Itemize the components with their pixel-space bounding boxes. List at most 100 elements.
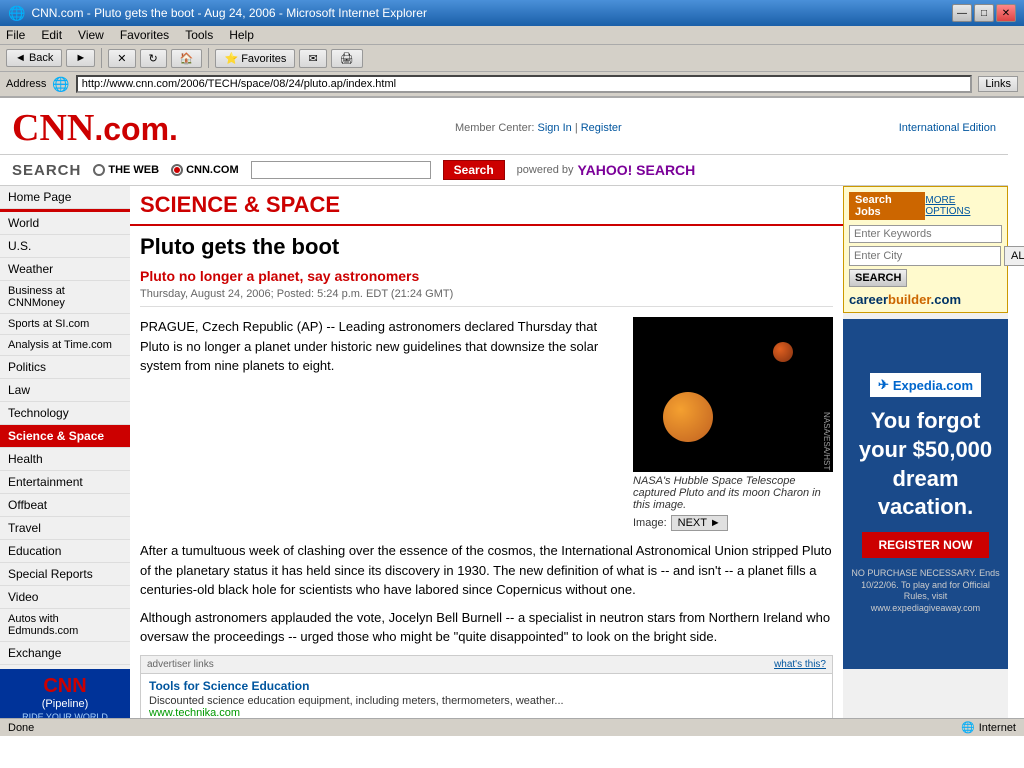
article-para1: PRAGUE, Czech Republic (AP) -- Leading a… [140,317,623,376]
search-label: SEARCH [12,162,81,179]
jobs-city-input[interactable] [849,246,1001,266]
image-nav: Image: NEXT ► [633,515,833,531]
what-this-link[interactable]: what's this? [774,659,826,670]
search-button[interactable]: Search [443,160,505,180]
jobs-box: Search Jobs MORE OPTIONS ALL SEARCH [843,186,1008,313]
print-button[interactable]: 🖨 [331,49,363,68]
mail-button[interactable]: ✉ [299,49,326,68]
header-member-center: Member Center: Sign In | Register [455,122,622,134]
sidebar-item-education[interactable]: Education [0,540,130,563]
toolbar-separator2 [208,48,209,68]
expedia-register-button[interactable]: REGISTER NOW [862,532,988,558]
jobs-row: ALL [849,246,1002,266]
back-button[interactable]: ◄ Back [6,49,62,67]
sidebar-item-health[interactable]: Health [0,448,130,471]
forward-button[interactable]: ► [66,49,95,67]
refresh-button[interactable]: ↻ [140,49,167,68]
sidebar-item-offbeat[interactable]: Offbeat [0,494,130,517]
close-button[interactable]: ✕ [996,4,1016,22]
address-input[interactable] [76,75,973,93]
menu-favorites[interactable]: Favorites [120,28,169,42]
sidebar-item-politics[interactable]: Politics [0,356,130,379]
sidebar-item-world[interactable]: World [0,212,130,235]
stop-button[interactable]: ✕ [108,49,135,68]
menu-tools[interactable]: Tools [185,28,213,42]
adv-item-desc: Discounted science education equipment, … [149,695,824,707]
article-headline: Pluto gets the boot [140,234,833,260]
yahoo-powered: powered by YAHOO! SEARCH [517,162,696,178]
menu-edit[interactable]: Edit [41,28,62,42]
jobs-state-select[interactable]: ALL [1004,246,1024,266]
sidebar-item-entertainment[interactable]: Entertainment [0,471,130,494]
browser-content: CNN.com. Member Center: Sign In | Regist… [0,98,1024,718]
expedia-headline: You forgot your $50,000 dream vacation. [851,407,1000,521]
cb-suffix: .com [931,292,961,307]
content-area: SCIENCE & SPACE Pluto gets the boot Plut… [130,186,843,718]
menu-file[interactable]: File [6,28,25,42]
radio-circle-cnn [171,164,183,176]
minimize-button[interactable]: — [952,4,972,22]
article-area: Pluto gets the boot Pluto no longer a pl… [130,226,843,718]
adv-item-link[interactable]: Tools for Science Education [149,679,309,693]
cnn-header: CNN.com. Member Center: Sign In | Regist… [0,98,1008,155]
sidebar-item-weather[interactable]: Weather [0,258,130,281]
internet-zone: 🌐 Internet [961,721,1016,734]
cb-dot: builder [888,292,931,307]
adv-item-url[interactable]: www.technika.com [149,707,824,719]
sidebar-item-technology[interactable]: Technology [0,402,130,425]
pipeline-sub: (Pipeline) [6,698,124,710]
article-body: PRAGUE, Czech Republic (AP) -- Leading a… [140,317,623,531]
search-bar: SEARCH THE WEB CNN.COM Search powered by… [0,155,1008,186]
sidebar-item-us[interactable]: U.S. [0,235,130,258]
expedia-logo-box: ✈ Expedia.com [870,373,981,397]
sidebar-item-science[interactable]: Science & Space [0,425,130,448]
page-icon: 🌐 [52,76,69,93]
sidebar-item-special-reports[interactable]: Special Reports [0,563,130,586]
sign-in-link[interactable]: Sign In [538,122,572,134]
section-header: SCIENCE & SPACE [130,186,843,226]
home-button[interactable]: 🏠 [171,49,203,68]
sidebar-item-travel[interactable]: Travel [0,517,130,540]
image-label: Image: [633,517,667,529]
links-button[interactable]: Links [978,76,1018,92]
sidebar-item-analysis[interactable]: Analysis at Time.com [0,335,130,356]
pipeline-logo: CNN [6,675,124,698]
expedia-ad: ✈ Expedia.com You forgot your $50,000 dr… [843,319,1008,669]
maximize-button[interactable]: □ [974,4,994,22]
section-title: SCIENCE & SPACE [140,192,340,217]
more-options-link[interactable]: MORE OPTIONS [925,195,1002,217]
sidebar-item-law[interactable]: Law [0,379,130,402]
sidebar-item-homepage[interactable]: Home Page [0,186,130,209]
favorites-button[interactable]: ⭐ Favorites [215,49,295,68]
address-label: Address [6,78,46,90]
sidebar-item-exchange[interactable]: Exchange [0,642,130,665]
sidebar-item-business[interactable]: Business at CNNMoney [0,281,130,314]
sidebar-item-autos[interactable]: Autos with Edmunds.com [0,609,130,642]
cb-brand-text: career [849,292,888,307]
menu-help[interactable]: Help [229,28,254,42]
search-input[interactable] [251,161,431,179]
jobs-keywords-input[interactable] [849,225,1002,243]
next-image-button[interactable]: NEXT ► [671,515,728,531]
pluto-graphic [663,392,713,442]
page-inner: CNN.com. Member Center: Sign In | Regist… [0,98,1024,718]
right-column: Search Jobs MORE OPTIONS ALL SEARCH [843,186,1008,718]
expedia-plane-icon: ✈ [878,377,889,393]
article-date: Thursday, August 24, 2006; Posted: 5:24 … [140,288,833,307]
radio-the-web[interactable]: THE WEB [93,164,159,176]
expedia-fine-print: NO PURCHASE NECESSARY. Ends 10/22/06. To… [851,568,1000,615]
sidebar-item-sports[interactable]: Sports at SI.com [0,314,130,335]
radio-cnn[interactable]: CNN.COM [171,164,239,176]
international-edition[interactable]: International Edition [899,122,996,134]
advertiser-item: Tools for Science Education Discounted s… [141,674,832,719]
sidebar-item-video[interactable]: Video [0,586,130,609]
titlebar: 🌐 CNN.com - Pluto gets the boot - Aug 24… [0,0,1024,26]
sidebar: Home Page World U.S. Weather Business at… [0,186,130,718]
menu-view[interactable]: View [78,28,104,42]
browser-toolbar: ◄ Back ► ✕ ↻ 🏠 ⭐ Favorites ✉ 🖨 [0,45,1024,72]
jobs-search-button[interactable]: SEARCH [849,269,907,287]
register-link[interactable]: Register [581,122,622,134]
yahoo-logo: YAHOO! SEARCH [578,162,696,178]
article-para2: After a tumultuous week of clashing over… [140,541,833,600]
zone-label: Internet [979,722,1016,734]
